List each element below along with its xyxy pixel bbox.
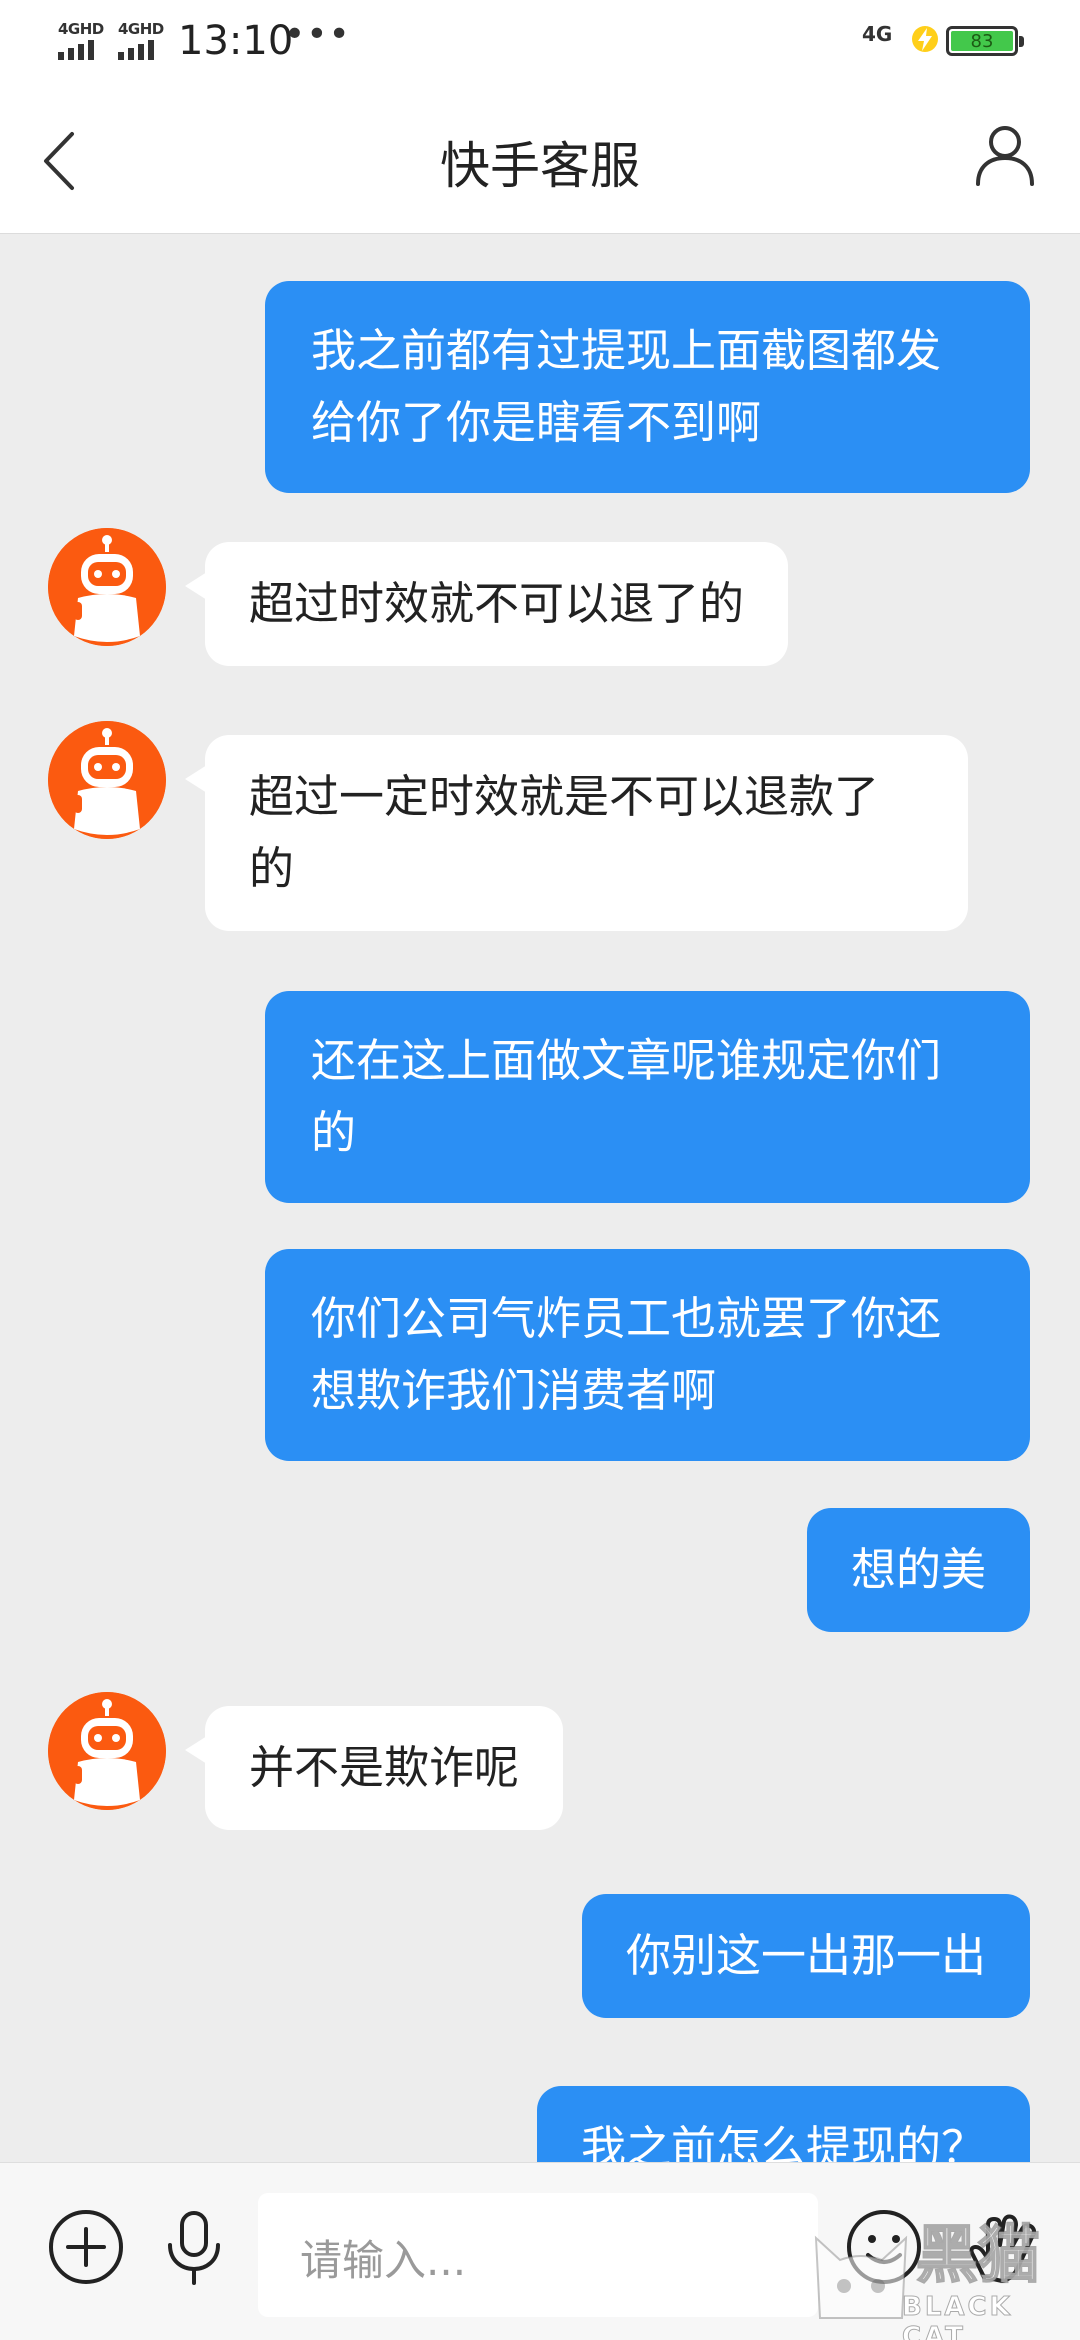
message-input-bar: 请输入... xyxy=(0,2162,1080,2340)
message-bubble-outgoing[interactable]: 想的美 xyxy=(806,1508,1030,1632)
message-bubble-incoming[interactable]: 并不是欺诈呢 xyxy=(184,1706,564,1830)
add-plus-circle-icon[interactable] xyxy=(46,2207,126,2287)
signal-strength-2-icon: 4GHD xyxy=(116,20,170,60)
message-bubble-incoming[interactable]: 超过一定时效就是不可以退款了 的 xyxy=(185,735,968,931)
chat-message-list[interactable]: 我之前都有过提现上面截图都发 给你了你是瞎看不到啊 超过时效就不可以退了的 超过… xyxy=(0,234,1080,2162)
input-placeholder: 请输入... xyxy=(300,2236,467,2285)
signal-1-label: 4GHD xyxy=(58,20,104,38)
message-text: 并不是欺诈呢 xyxy=(249,1741,520,1794)
battery-level: 83 xyxy=(970,30,994,52)
message-bubble-outgoing[interactable]: 你们公司气炸员工也就罢了你还 想欺诈我们消费者啊 xyxy=(265,1249,1030,1461)
message-text: 你别这一出那一出 xyxy=(625,1929,986,1982)
service-bot-avatar-icon[interactable] xyxy=(48,1692,166,1810)
message-text: 想的美 xyxy=(850,1543,986,1596)
network-type: 4G xyxy=(862,22,893,46)
voice-microphone-icon[interactable] xyxy=(154,2207,234,2287)
message-bubble-outgoing[interactable]: 我之前怎么提现的？ xyxy=(536,2086,1030,2162)
battery-icon: 83 xyxy=(946,26,1024,56)
message-bubble-outgoing[interactable]: 你别这一出那一出 xyxy=(581,1894,1030,2018)
message-text: 超过时效就不可以退了的 xyxy=(249,577,745,630)
profile-person-icon[interactable] xyxy=(972,122,1038,188)
emoji-smiley-icon[interactable] xyxy=(844,2207,924,2287)
gesture-hand-icon[interactable] xyxy=(962,2207,1042,2287)
status-bar: 4GHD 4GHD 13:10 ••• 4G 83 xyxy=(0,0,1080,84)
service-bot-avatar-icon[interactable] xyxy=(48,528,166,646)
message-text: 我之前怎么提现的？ xyxy=(580,2121,986,2162)
more-notifications-icon: ••• xyxy=(284,14,351,55)
signal-2-label: 4GHD xyxy=(118,20,164,38)
message-text: 还在这上面做文章呢谁规定你们 的 xyxy=(311,1034,942,1159)
message-bubble-outgoing[interactable]: 还在这上面做文章呢谁规定你们 的 xyxy=(265,991,1030,1203)
message-text: 你们公司气炸员工也就罢了你还 想欺诈我们消费者啊 xyxy=(311,1292,942,1417)
message-text: 超过一定时效就是不可以退款了 的 xyxy=(249,770,880,895)
status-time: 13:10 xyxy=(178,18,294,64)
header-bar: 快手客服 xyxy=(0,84,1080,234)
page-title: 快手客服 xyxy=(440,137,640,195)
charging-icon xyxy=(912,26,938,52)
message-text: 我之前都有过提现上面截图都发 给你了你是瞎看不到啊 xyxy=(311,324,942,449)
message-text-input[interactable]: 请输入... xyxy=(258,2193,818,2317)
message-bubble-incoming[interactable]: 超过时效就不可以退了的 xyxy=(184,542,789,666)
message-bubble-outgoing[interactable]: 我之前都有过提现上面截图都发 给你了你是瞎看不到啊 xyxy=(265,281,1030,493)
service-bot-avatar-icon[interactable] xyxy=(48,721,166,839)
signal-strength-1-icon: 4GHD xyxy=(56,20,110,60)
